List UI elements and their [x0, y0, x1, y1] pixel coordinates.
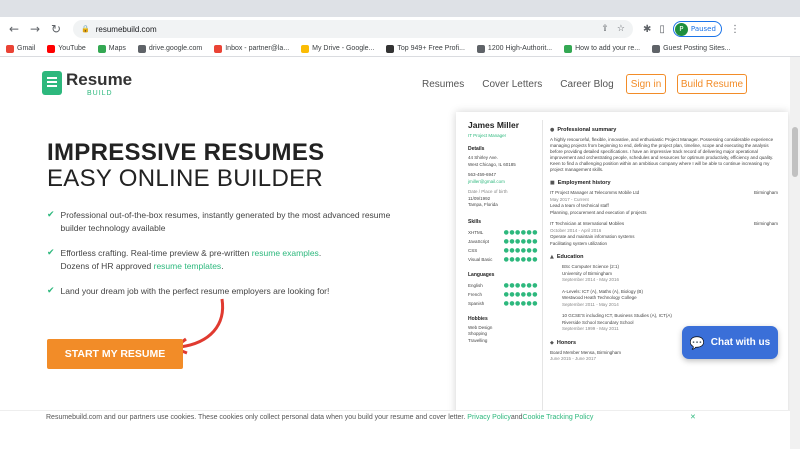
nav-resumes[interactable]: Resumes — [422, 79, 464, 90]
rating-dots: ●●●●●● — [503, 246, 538, 254]
cookie-tracking-link[interactable]: Cookie Tracking Policy — [523, 414, 594, 421]
list-item: Travelling — [468, 337, 488, 343]
bookmark-icon — [652, 44, 661, 53]
sign-in-button[interactable]: Sign in — [626, 74, 666, 94]
bookmark-item[interactable]: drive.google.com — [137, 44, 202, 53]
bookmark-item[interactable]: How to add your re... — [564, 44, 640, 53]
check-icon: ✔ — [47, 210, 55, 220]
hobbies-list: Web Design Shopping Travelling — [468, 325, 538, 345]
chat-label: Chat with us — [710, 337, 771, 348]
feature-item: ✔ Effortless crafting. Real-time preview… — [47, 248, 322, 271]
bookmark-icon — [214, 44, 223, 53]
resume-preview: James Miller IT Project Manager Details … — [456, 112, 788, 449]
graduation-icon: ▲ — [550, 254, 554, 260]
bookmark-icon — [564, 44, 573, 53]
rating-dots: ●●●●●● — [503, 281, 538, 289]
url-text: resumebuild.com — [95, 24, 157, 34]
bookmark-item[interactable]: Maps — [97, 44, 126, 53]
bookmarks-bar: Gmail YouTube Maps drive.google.com Inbox - … — [0, 41, 800, 57]
divider — [542, 120, 543, 449]
bookmark-item[interactable]: Gmail — [6, 44, 35, 53]
rating-dots: ●●●●●● — [503, 290, 538, 298]
tab-strip — [0, 0, 800, 17]
resume-name: James Miller — [468, 120, 520, 130]
forward-icon[interactable]: → — [27, 21, 43, 37]
hero-title: IMPRESSIVE RESUMES — [47, 139, 325, 166]
resume-templates-link[interactable]: resume templates — [154, 261, 222, 271]
bookmark-item[interactable]: YouTube — [47, 44, 86, 53]
nav-career-blog[interactable]: Career Blog — [560, 79, 613, 90]
list-item: CSS ●●●●●● — [468, 246, 538, 254]
profile-status: Paused — [690, 25, 716, 33]
bookmark-icon — [6, 44, 14, 53]
scrollbar-thumb[interactable] — [792, 127, 798, 177]
chat-bubble-icon: 💬 — [689, 335, 705, 350]
bookmark-icon — [47, 44, 56, 53]
share-icon[interactable]: ⇪ — [601, 24, 609, 34]
avatar: P — [674, 22, 688, 36]
rating-dots: ●●●●●● — [503, 228, 538, 236]
bookmark-item[interactable]: Top 949+ Free Profi... — [386, 44, 465, 53]
list-item: JavaScript ●●●●●● — [468, 237, 538, 245]
briefcase-icon: ■ — [550, 180, 555, 186]
close-icon[interactable]: ✕ — [690, 413, 696, 421]
bookmark-icon — [97, 44, 106, 53]
languages-list: English ●●●●●● French ●●●●●● Spanish ●●●●●● — [468, 281, 538, 308]
hero-subtitle: EASY ONLINE BUILDER — [47, 165, 324, 192]
list-item: English ●●●●●● — [468, 281, 538, 289]
list-item: Visual Basic ●●●●●● — [468, 255, 538, 263]
bookmark-item[interactable]: Guest Posting Sites... — [652, 44, 730, 53]
resume-job-title: IT Project Manager — [468, 133, 507, 138]
rating-dots: ●●●●●● — [503, 255, 538, 263]
extensions-icon[interactable]: ✱ — [643, 24, 651, 35]
lock-icon[interactable]: 🔒 — [81, 25, 90, 33]
document-icon — [42, 71, 62, 95]
profile-button[interactable]: P Paused — [672, 21, 722, 37]
sidebar-icon[interactable]: ▯ — [659, 24, 665, 35]
scrollbar[interactable] — [790, 57, 800, 449]
bookmark-item[interactable]: My Drive - Google... — [301, 44, 374, 53]
check-icon: ✔ — [47, 248, 55, 258]
list-item: French ●●●●●● — [468, 290, 538, 298]
resume-sidebar: James Miller IT Project Manager Details … — [468, 120, 538, 345]
logo-subtext: BUILD — [87, 90, 113, 97]
chat-button[interactable]: 💬 Chat with us — [682, 326, 778, 359]
start-my-resume-button[interactable]: START MY RESUME — [47, 339, 183, 369]
bookmark-icon — [301, 44, 310, 53]
check-icon: ✔ — [47, 286, 55, 296]
list-item: XHTML ●●●●●● — [468, 228, 538, 236]
star-icon[interactable]: ☆ — [617, 24, 625, 34]
bookmark-icon — [476, 44, 485, 53]
build-resume-button[interactable]: Build Resume — [677, 74, 747, 94]
reload-icon[interactable]: ↻ — [48, 21, 64, 37]
logo-text: Resume — [66, 70, 133, 89]
award-icon: ◆ — [550, 339, 554, 346]
skills-list: XHTML ●●●●●● JavaScript ●●●●●● CSS ●●●●●● Visu… — [468, 228, 538, 264]
resume-examples-link[interactable]: resume examples — [252, 248, 319, 258]
nav-cover-letters[interactable]: Cover Letters — [482, 79, 542, 90]
page-content: Resume BUILD Resumes Cover Letters Caree… — [0, 57, 790, 449]
feature-item: ✔ Professional out-of-the-box resumes, i… — [47, 210, 391, 233]
bookmark-icon — [386, 44, 395, 53]
bookmark-item[interactable]: 1200 High-Authorit... — [476, 44, 552, 53]
page-below-fold — [0, 423, 790, 449]
bookmark-icon — [137, 44, 146, 53]
menu-icon[interactable]: ⋮ — [730, 24, 740, 35]
browser-toolbar: ← → ↻ 🔒 resumebuild.com ⇪ ☆ ✱ ▯ P Paused… — [0, 17, 800, 41]
rating-dots: ●●●●●● — [503, 237, 538, 245]
cookie-banner: Resumebuild.com and our partners use coo… — [0, 410, 790, 423]
address-bar[interactable]: 🔒 resumebuild.com ⇪ ☆ — [73, 20, 633, 38]
bookmark-item[interactable]: Inbox - partner@la... — [214, 44, 289, 53]
list-item: Spanish ●●●●●● — [468, 299, 538, 307]
main-nav: Resumes Cover Letters Career Blog — [422, 79, 614, 90]
privacy-policy-link[interactable]: Privacy Policy — [467, 414, 511, 421]
rating-dots: ●●●●●● — [503, 299, 538, 307]
person-icon: ● — [550, 127, 555, 133]
back-icon[interactable]: ← — [6, 21, 22, 37]
